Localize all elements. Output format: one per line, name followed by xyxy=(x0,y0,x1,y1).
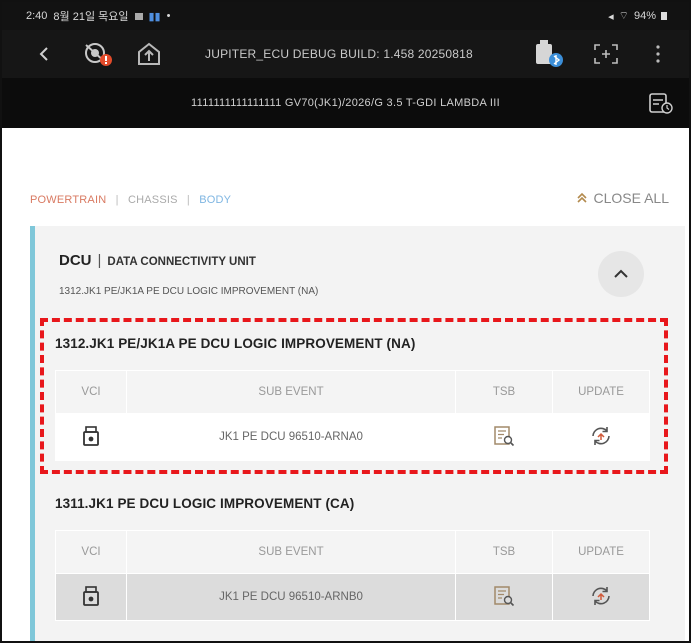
tsb-cell[interactable] xyxy=(455,573,553,621)
usb-icon xyxy=(83,585,99,606)
notification-icon-2: ▮▮ xyxy=(148,10,161,23)
dot-icon: • xyxy=(166,10,171,22)
category-filter: POWERTRAIN | CHASSIS | BODY xyxy=(30,194,231,206)
vehicle-bar: 1111111111111111 GV70(JK1)/2026/G 3.5 T-… xyxy=(2,78,689,128)
update-cell[interactable] xyxy=(552,573,650,621)
event-card: 1311.JK1 PE DCU LOGIC IMPROVEMENT (CA) V… xyxy=(55,496,667,628)
vci-status-icon[interactable] xyxy=(80,39,114,69)
close-all-label: CLOSE ALL xyxy=(593,190,670,206)
event-title: 1311.JK1 PE DCU LOGIC IMPROVEMENT (CA) xyxy=(55,496,355,511)
unit-name: DATA CONNECTIVITY UNIT xyxy=(107,256,256,268)
battery-level: 94% xyxy=(633,10,656,22)
close-all-button[interactable]: CLOSE ALL xyxy=(576,190,670,206)
status-left: 2:40 8월 21일 목요일 ▮▮ • xyxy=(26,8,170,24)
status-right: ◂ ⌔ 94% xyxy=(608,9,667,23)
battery-icon xyxy=(661,12,667,20)
unit-separator: | xyxy=(97,252,102,269)
top-toolbar: JUPITER_ECU DEBUG BUILD: 1.458 20250818 xyxy=(2,30,689,78)
more-icon[interactable] xyxy=(650,42,666,66)
col-update: UPDATE xyxy=(552,530,650,574)
vehicle-info-icon[interactable] xyxy=(646,90,676,116)
home-upload-icon[interactable] xyxy=(134,39,164,69)
table-row[interactable]: JK1 PE DCU 96510-ARNB0 xyxy=(55,573,650,621)
back-icon[interactable] xyxy=(32,42,56,66)
fullscreen-icon[interactable] xyxy=(592,42,620,66)
unit-title: DCU | DATA CONNECTIVITY UNIT xyxy=(59,252,256,269)
wifi-icon: ⌔ xyxy=(618,10,629,22)
build-title: JUPITER_ECU DEBUG BUILD: 1.458 20250818 xyxy=(205,47,473,61)
category-powertrain[interactable]: POWERTRAIN xyxy=(30,194,106,206)
status-time: 2:40 xyxy=(26,10,48,22)
collapse-button[interactable] xyxy=(598,251,644,297)
vci-cell[interactable] xyxy=(55,573,127,621)
col-tsb: TSB xyxy=(455,530,553,574)
notification-icon xyxy=(134,12,143,20)
app-frame: 2:40 8월 21일 목요일 ▮▮ • ◂ ⌔ 94% JUPITER_ECU… xyxy=(0,0,691,643)
mute-icon: ◂ xyxy=(608,10,614,23)
chevron-up-icon xyxy=(614,269,628,278)
unit-subtitle: 1312.JK1 PE/JK1A PE DCU LOGIC IMPROVEMEN… xyxy=(59,286,319,297)
status-date: 8월 21일 목요일 xyxy=(53,11,129,23)
table-header: VCI SUB EVENT TSB UPDATE xyxy=(55,530,650,574)
col-sub-event: SUB EVENT xyxy=(126,530,456,574)
update-icon xyxy=(592,586,610,605)
sub-event-cell: JK1 PE DCU 96510-ARNB0 xyxy=(126,573,456,621)
event-table: VCI SUB EVENT TSB UPDATE JK1 PE DCU 9651… xyxy=(55,530,650,621)
vci-connect-icon[interactable] xyxy=(530,38,566,70)
unit-code: DCU xyxy=(59,252,92,269)
col-vci: VCI xyxy=(55,530,127,574)
vehicle-info: 1111111111111111 GV70(JK1)/2026/G 3.5 T-… xyxy=(191,97,500,109)
tsb-icon xyxy=(494,585,515,606)
status-bar: 2:40 8월 21일 목요일 ▮▮ • ◂ ⌔ 94% xyxy=(2,2,689,30)
double-chevron-up-icon xyxy=(576,192,587,203)
category-body[interactable]: BODY xyxy=(199,194,231,206)
highlight-box xyxy=(40,318,668,474)
category-chassis[interactable]: CHASSIS xyxy=(128,194,178,206)
category-separator: | xyxy=(115,194,119,206)
category-separator: | xyxy=(186,194,190,206)
